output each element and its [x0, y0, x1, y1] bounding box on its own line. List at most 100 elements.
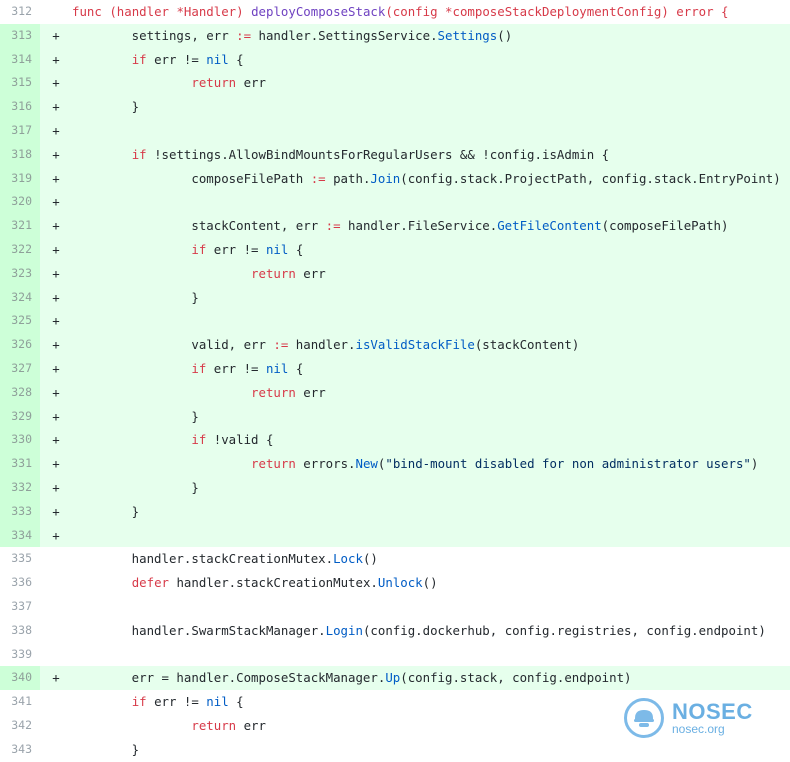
diff-marker: +: [52, 384, 60, 400]
diff-marker: +: [52, 75, 60, 91]
code-token: return: [191, 75, 237, 91]
line-number[interactable]: 328: [0, 380, 40, 405]
diff-line-context: 337: [0, 594, 790, 619]
line-number[interactable]: 322: [0, 237, 40, 262]
line-number[interactable]: 331: [0, 452, 40, 476]
line-number[interactable]: 313: [0, 23, 40, 48]
code-text: if !settings.AllowBindMountsForRegularUs…: [72, 143, 790, 167]
code-diff: 312 func (handler *Handler) deployCompose…: [0, 0, 790, 762]
code-token: }: [72, 479, 199, 495]
code-text: return err: [72, 71, 790, 95]
line-number[interactable]: 324: [0, 285, 40, 310]
line-number[interactable]: 329: [0, 404, 40, 429]
diff-line-context: 336 defer handler.stackCreationMutex.Unl…: [0, 571, 790, 595]
code-token: (config.stack.ProjectPath, config.stack.…: [400, 170, 781, 186]
diff-marker: +: [52, 456, 60, 472]
line-number[interactable]: 330: [0, 428, 40, 453]
line-number[interactable]: 315: [0, 71, 40, 96]
code-token: (): [362, 551, 378, 567]
line-number[interactable]: 318: [0, 142, 40, 167]
diff-marker: +: [52, 122, 60, 138]
line-number[interactable]: 319: [0, 166, 40, 191]
code-token: (): [497, 27, 513, 43]
diff-marker: [40, 595, 72, 619]
diff-line-added: 327 + if err != nil {: [0, 356, 790, 381]
code-token: handler.FileService.: [340, 218, 498, 234]
diff-line-added: 322 + if err != nil {: [0, 237, 790, 262]
line-number[interactable]: 334: [0, 523, 40, 548]
nosec-watermark: NOSEC nosec.org: [624, 690, 784, 746]
diff-marker: +: [52, 313, 60, 329]
code-token: return: [191, 717, 237, 733]
code-token: return: [251, 265, 296, 281]
diff-marker: +: [52, 27, 60, 43]
diff-line-added: 314 + if err != nil {: [0, 47, 790, 72]
line-number[interactable]: 323: [0, 261, 40, 286]
line-number[interactable]: 312: [0, 0, 40, 24]
code-token: errors.: [295, 456, 356, 472]
line-number[interactable]: 332: [0, 475, 40, 500]
diff-marker: +: [52, 99, 60, 115]
code-token: :=: [236, 27, 252, 43]
code-token: if: [191, 432, 207, 448]
diff-line-context: 339: [0, 642, 790, 667]
line-number[interactable]: 335: [0, 547, 40, 571]
diff-line-context: 335 handler.stackCreationMutex.Lock(): [0, 547, 790, 572]
code-token: settings, err: [72, 27, 237, 43]
diff-line-added: 325 +: [0, 309, 790, 334]
code-token: nil: [206, 51, 229, 67]
line-number[interactable]: 325: [0, 309, 40, 334]
line-number[interactable]: 339: [0, 643, 40, 667]
line-number[interactable]: 341: [0, 690, 40, 714]
line-number[interactable]: 338: [0, 619, 40, 643]
code-text: }: [72, 405, 790, 429]
code-token: New: [355, 456, 378, 472]
line-number[interactable]: 314: [0, 47, 40, 72]
code-token: (handler *Handler): [109, 4, 252, 19]
diff-line-added: 332 + }: [0, 475, 790, 500]
code-token: }: [72, 289, 199, 305]
diff-line-added: 321 + stackContent, err := handler.FileSe…: [0, 214, 790, 238]
line-number[interactable]: 333: [0, 499, 40, 524]
line-number[interactable]: 321: [0, 214, 40, 238]
code-text: return err: [72, 381, 790, 405]
watermark-brand: NOSEC: [672, 699, 753, 725]
watermark-domain: nosec.org: [672, 722, 725, 737]
line-number[interactable]: 340: [0, 666, 40, 691]
code-text: err = handler.ComposeStackManager.Up(con…: [72, 666, 790, 690]
line-number[interactable]: 326: [0, 333, 40, 357]
code-token: if: [191, 241, 207, 257]
line-number[interactable]: 337: [0, 595, 40, 619]
line-number[interactable]: 327: [0, 356, 40, 381]
code-token: (config.dockerhub, config.registries, co…: [362, 622, 766, 638]
diff-line-context: 338 handler.SwarmStackManager.Login(conf…: [0, 618, 790, 643]
diff-marker: +: [52, 51, 60, 67]
code-text: }: [72, 286, 790, 310]
code-token: valid, err: [72, 337, 274, 353]
line-number[interactable]: 317: [0, 118, 40, 143]
code-token: {: [228, 51, 244, 67]
code-token: {: [288, 241, 304, 257]
line-number[interactable]: 342: [0, 714, 40, 738]
line-number[interactable]: 320: [0, 190, 40, 215]
code-token: :=: [273, 337, 289, 353]
diff-marker: +: [52, 170, 60, 186]
diff-line-context: 312 func (handler *Handler) deployCompose…: [0, 0, 790, 24]
code-token: err: [295, 384, 326, 400]
code-text: func (handler *Handler) deployComposeSta…: [72, 0, 790, 24]
code-token: ): [750, 456, 759, 472]
code-token: {: [288, 360, 304, 376]
diff-marker: [40, 690, 72, 714]
diff-line-added: 333 + }: [0, 499, 790, 524]
code-token: err: [236, 717, 266, 733]
line-number[interactable]: 336: [0, 571, 40, 595]
code-token: Settings: [437, 27, 498, 43]
code-token: :=: [310, 170, 326, 186]
line-number[interactable]: 343: [0, 738, 40, 762]
line-number[interactable]: 316: [0, 95, 40, 119]
